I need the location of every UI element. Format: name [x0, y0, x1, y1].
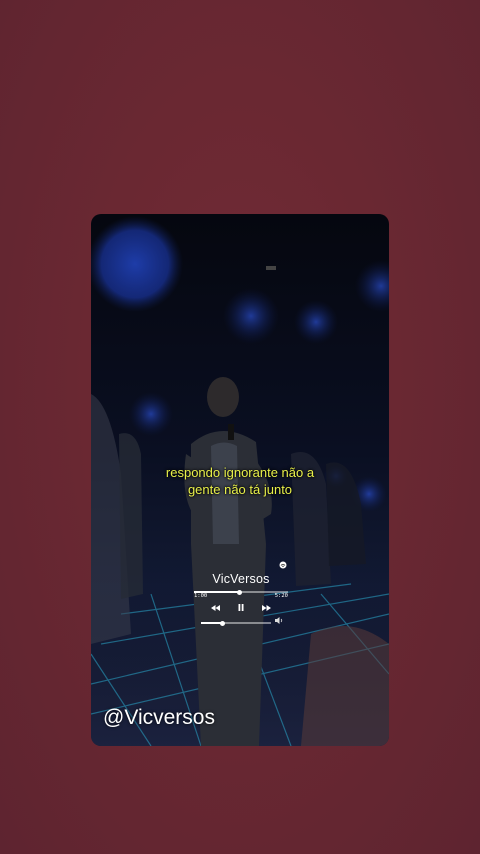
lyrics-line-2: gente não tá junto [187, 482, 293, 497]
signal-icon [279, 561, 287, 569]
fast-forward-icon[interactable] [262, 604, 271, 613]
lyrics-caption: respondo ignorante não a gente não tá ju… [91, 464, 389, 498]
bokeh-light [355, 260, 389, 312]
volume-knob[interactable] [219, 620, 225, 626]
music-player-widget: VicVersos 1:00 5:20 [191, 572, 291, 626]
rewind-icon[interactable] [211, 604, 220, 613]
lyrics-line-1: respondo ignorante não a [165, 465, 315, 480]
bokeh-light [91, 216, 183, 312]
bokeh-light [129, 392, 173, 436]
video-card[interactable]: respondo ignorante não a gente não tá ju… [91, 214, 389, 746]
watermark-handle: @Vicversos [103, 706, 215, 729]
background: { "lyrics": { "line1": "respondo ignoran… [0, 0, 480, 854]
speaker-icon[interactable] [275, 617, 284, 626]
bokeh-light [223, 288, 279, 344]
pause-icon[interactable] [238, 604, 244, 613]
playback-controls [191, 604, 291, 613]
bokeh-light [294, 300, 338, 344]
progress-bar[interactable] [194, 589, 288, 595]
progress-fill [194, 591, 240, 593]
volume-slider[interactable] [201, 620, 271, 626]
player-title: VicVersos [212, 572, 270, 586]
progress-knob[interactable] [236, 589, 242, 595]
time-total: 5:20 [274, 593, 288, 599]
volume-fill [201, 622, 222, 624]
time-elapsed: 1:00 [194, 593, 208, 599]
